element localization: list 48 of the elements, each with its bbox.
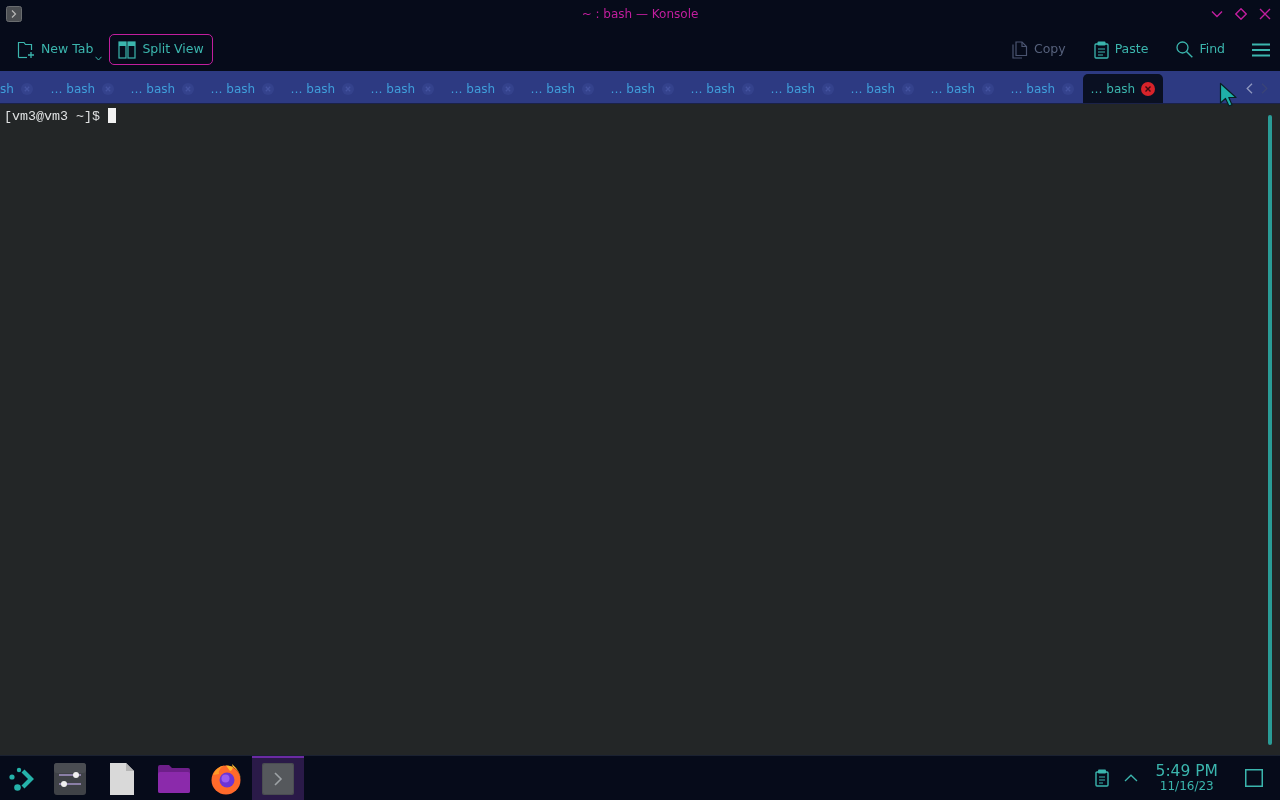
tab[interactable]: … bash: [442, 74, 523, 103]
search-icon: [1176, 41, 1194, 58]
text-cursor-icon: [108, 108, 116, 123]
paste-button[interactable]: Paste: [1084, 34, 1158, 65]
tab[interactable]: … bash: [682, 74, 763, 103]
tab[interactable]: … bash: [842, 74, 923, 103]
tab[interactable]: … bash: [922, 74, 1003, 103]
new-tab-icon: [17, 40, 35, 59]
document-icon: [110, 763, 134, 795]
terminal-prompt: [vm3@vm3 ~]$: [4, 109, 100, 124]
sliders-icon: [54, 763, 86, 795]
maximize-icon[interactable]: [1235, 8, 1247, 20]
close-icon[interactable]: [1259, 8, 1271, 20]
tab[interactable]: … bash: [42, 74, 123, 103]
new-tab-button[interactable]: New Tab: [8, 34, 106, 65]
tab[interactable]: … bash: [1082, 74, 1163, 103]
scrollbar-thumb[interactable]: [1268, 115, 1272, 745]
app-launcher-icon: [8, 765, 36, 793]
chevron-up-icon[interactable]: [1123, 774, 1138, 782]
chevron-left-icon[interactable]: [1246, 83, 1253, 94]
terminal-app-icon: [6, 6, 22, 22]
close-tab-icon[interactable]: [1141, 81, 1156, 96]
clipboard-icon: [1093, 40, 1109, 59]
clock-time: 5:49 PM: [1155, 763, 1218, 780]
copy-icon: [1011, 40, 1028, 59]
tab[interactable]: … bash: [762, 74, 843, 103]
clock-date: 11/16/23: [1159, 780, 1214, 793]
menu-icon[interactable]: [1252, 42, 1270, 57]
folder-icon: [158, 765, 190, 793]
find-button[interactable]: Find: [1167, 34, 1234, 65]
tab[interactable]: … bash: [1002, 74, 1083, 103]
browser-icon: [210, 763, 242, 795]
tab[interactable]: sh: [0, 74, 43, 103]
tab[interactable]: … bash: [362, 74, 443, 103]
caret-icon: [95, 56, 103, 61]
tab[interactable]: … bash: [602, 74, 683, 103]
minimize-icon[interactable]: [1211, 8, 1223, 20]
terminal-icon: [262, 763, 294, 795]
show-desktop-icon[interactable]: [1245, 769, 1263, 787]
window-title: ~ : bash — Konsole: [581, 6, 699, 23]
tab[interactable]: … bash: [202, 74, 283, 103]
split-view-icon: [118, 40, 137, 59]
split-view-button[interactable]: Split View: [109, 34, 213, 65]
tab[interactable]: … bash: [282, 74, 363, 103]
tab[interactable]: … bash: [522, 74, 603, 103]
tab[interactable]: … bash: [122, 74, 203, 103]
mouse-pointer-icon: [1219, 82, 1238, 107]
clipboard-icon[interactable]: [1094, 769, 1109, 787]
